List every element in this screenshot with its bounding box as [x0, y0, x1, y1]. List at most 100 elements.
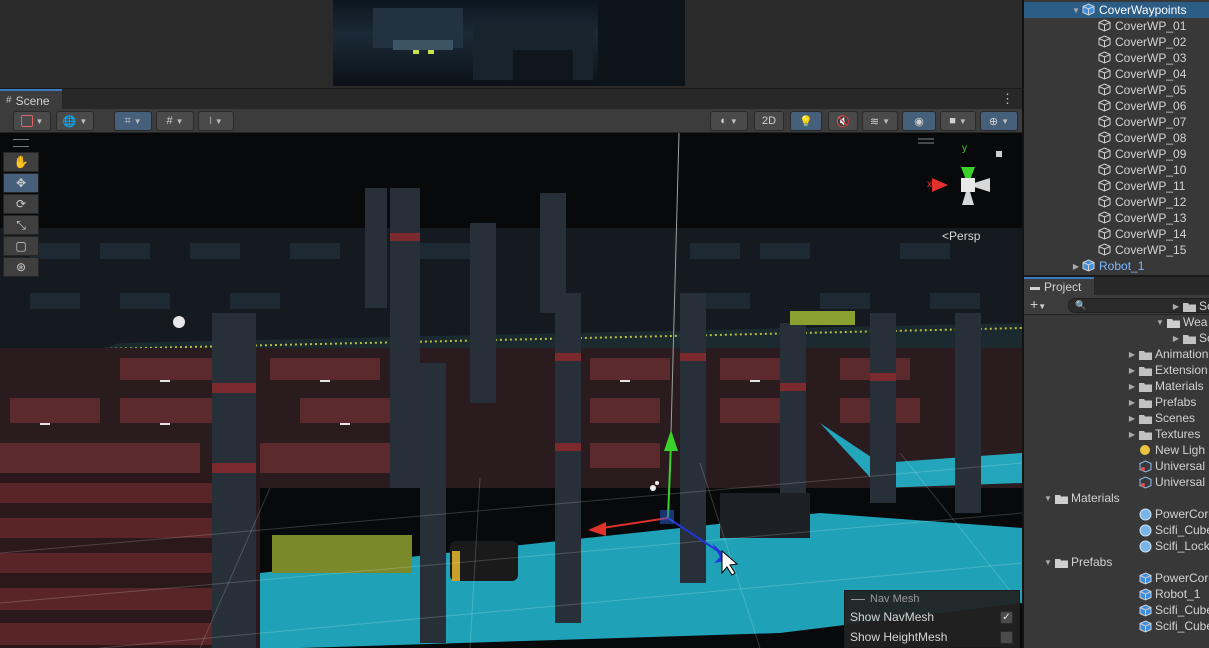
hierarchy-item-coverwp_08[interactable]: CoverWP_08 — [1024, 130, 1209, 146]
scene-viewport[interactable] — [0, 133, 1022, 648]
project-item[interactable]: ▶ Textures — [1126, 426, 1200, 442]
move-tool-button[interactable]: ✥ — [3, 173, 39, 193]
hidden-objects-button[interactable]: ◉ — [902, 111, 936, 131]
gameobject-cube-icon — [1098, 243, 1112, 257]
transform-tool-button[interactable]: ⊛ — [3, 257, 39, 277]
folder-icon — [1138, 396, 1152, 409]
sphere-icon: ◐ — [720, 115, 727, 127]
project-item[interactable]: ▶ Sc — [1170, 330, 1209, 346]
project-item[interactable]: ▶ Prefabs — [1126, 394, 1196, 410]
collapse-arrow-icon[interactable]: ▶ — [1126, 382, 1138, 391]
add-asset-button[interactable]: +▼ — [1030, 297, 1046, 314]
expand-arrow-icon[interactable]: ▼ — [1042, 494, 1054, 503]
show-navmesh-checkbox[interactable]: ✓ — [1000, 610, 1013, 624]
project-item[interactable]: Universal — [1126, 474, 1205, 490]
show-navmesh-row[interactable]: Show NavMesh ✓ — [845, 607, 1019, 627]
project-item[interactable]: ▶ Materials — [1126, 378, 1204, 394]
hierarchy-item-coverwp_07[interactable]: CoverWP_07 — [1024, 114, 1209, 130]
gizmos-button[interactable]: ⊕ ▼ — [980, 111, 1018, 131]
project-item[interactable]: ▼ Prefabs — [1042, 554, 1112, 570]
grid-icon: # — [166, 115, 173, 127]
audio-toggle-button[interactable]: 🔇 — [828, 111, 858, 131]
hierarchy-item-coverwp_05[interactable]: CoverWP_05 — [1024, 82, 1209, 98]
effects-button[interactable]: ≋ ▼ — [862, 111, 898, 131]
hierarchy-item-coverwp_13[interactable]: CoverWP_13 — [1024, 210, 1209, 226]
show-heightmesh-row[interactable]: Show HeightMesh — [845, 627, 1019, 647]
hierarchy-item-coverwp_10[interactable]: CoverWP_10 — [1024, 162, 1209, 178]
project-item[interactable]: ▶ Sc — [1170, 298, 1209, 314]
lighting-toggle-button[interactable]: 💡 — [790, 111, 822, 131]
project-item[interactable]: ▶ Animation — [1126, 346, 1208, 362]
hierarchy-item-coverwp_03[interactable]: CoverWP_03 — [1024, 50, 1209, 66]
shading-mode-button[interactable]: ◐ ▼ — [710, 111, 748, 131]
hand-tool-button[interactable]: ✋ — [3, 152, 39, 172]
project-item[interactable]: ▼ Wea — [1154, 314, 1207, 330]
project-item[interactable]: ▶ Scenes — [1126, 410, 1195, 426]
tool-handle-rotation-button[interactable]: 🌐 ▼ — [56, 111, 94, 131]
hierarchy-item-coverwp_04[interactable]: CoverWP_04 — [1024, 66, 1209, 82]
collapse-arrow-icon[interactable]: ▶ — [1170, 302, 1182, 311]
material-sphere-icon — [1138, 540, 1152, 553]
expand-arrow-icon[interactable]: ▼ — [1042, 558, 1054, 567]
folder-open-icon — [1054, 492, 1068, 505]
project-item[interactable]: New Ligh — [1126, 442, 1205, 458]
projection-toggle[interactable]: <Persp — [942, 229, 980, 243]
toolbar-grip[interactable] — [13, 139, 29, 147]
mute-icon: 🔇 — [836, 115, 850, 128]
show-heightmesh-label: Show HeightMesh — [850, 630, 948, 644]
hierarchy-item-coverwp_12[interactable]: CoverWP_12 — [1024, 194, 1209, 210]
expand-arrow-icon[interactable]: ▼ — [1154, 318, 1166, 327]
project-item[interactable]: Scifi_Cube_01 — [1126, 618, 1209, 634]
project-item[interactable]: Scifi_Cube_01-Brown — [1126, 602, 1209, 618]
project-item[interactable]: ▼ Materials — [1042, 490, 1120, 506]
folder-icon — [1138, 428, 1152, 441]
project-item[interactable]: PowerCore_3_Sphere — [1126, 506, 1209, 522]
collapse-arrow-icon[interactable]: ▶ — [1070, 262, 1082, 271]
hierarchy-item-coverwp_06[interactable]: CoverWP_06 — [1024, 98, 1209, 114]
hierarchy-item-coverwp_02[interactable]: CoverWP_02 — [1024, 34, 1209, 50]
game-view-render — [333, 0, 685, 86]
2d-label: 2D — [761, 115, 777, 127]
hierarchy-item-coverwp_15[interactable]: CoverWP_15 — [1024, 242, 1209, 258]
project-item[interactable]: ▶ Extension — [1126, 362, 1208, 378]
hierarchy-item-coverwp_14[interactable]: CoverWP_14 — [1024, 226, 1209, 242]
project-item[interactable]: Universal — [1126, 458, 1205, 474]
scale-tool-button[interactable]: ⤡ — [3, 215, 39, 235]
rotate-tool-button[interactable]: ⟳ — [3, 194, 39, 214]
tab-scene[interactable]: # Scene — [0, 89, 62, 110]
expand-arrow-icon[interactable]: ▼ — [1070, 6, 1082, 15]
collapse-arrow-icon[interactable]: ▶ — [1126, 414, 1138, 423]
hierarchy-item-coverwp_11[interactable]: CoverWP_11 — [1024, 178, 1209, 194]
project-item-label: PowerCore_3_Sphere — [1155, 507, 1209, 521]
tool-handle-position-button[interactable]: ▼ — [13, 111, 51, 131]
hierarchy-item-label: CoverWP_10 — [1115, 163, 1187, 177]
project-item[interactable]: PowerCore_2 — [1126, 570, 1209, 586]
search-icon: 🔍 — [1075, 300, 1087, 310]
project-item[interactable]: Scifi_Cube_Brown — [1126, 522, 1209, 538]
tab-project[interactable]: ▬ Project — [1024, 277, 1094, 295]
grid-visibility-button[interactable]: # ▼ — [156, 111, 194, 131]
hierarchy-item-label: CoverWP_12 — [1115, 195, 1187, 209]
project-item[interactable]: Scifi_Locker_01-Grays — [1126, 538, 1209, 554]
hierarchy-item-coverwp_01[interactable]: CoverWP_01 — [1024, 18, 1209, 34]
kebab-menu-icon[interactable]: ⋮ — [1001, 92, 1014, 106]
grid-snapping-button[interactable]: ⌗ ▼ — [114, 111, 152, 131]
show-heightmesh-checkbox[interactable] — [1000, 630, 1013, 644]
project-item[interactable]: Robot_1 — [1126, 586, 1200, 602]
hierarchy-item-coverwp_09[interactable]: CoverWP_09 — [1024, 146, 1209, 162]
hierarchy-item-robot-1[interactable]: ▶ Robot_1 — [1024, 258, 1209, 274]
camera-settings-button[interactable]: ■ ▼ — [940, 111, 976, 131]
2d-toggle-button[interactable]: 2D — [754, 111, 784, 131]
rect-tool-button[interactable]: ▢ — [3, 236, 39, 256]
prefab-cube-icon — [1082, 259, 1096, 273]
increment-snap-button[interactable]: ⧘ ▼ — [198, 111, 234, 131]
collapse-arrow-icon[interactable]: ▶ — [1170, 334, 1182, 343]
project-item-label: Prefabs — [1155, 395, 1197, 409]
folder-icon — [1138, 380, 1152, 393]
collapse-arrow-icon[interactable]: ▶ — [1126, 398, 1138, 407]
collapse-arrow-icon[interactable]: ▶ — [1126, 430, 1138, 439]
navmesh-header[interactable]: Nav Mesh — [845, 591, 1019, 607]
hierarchy-item-coverwaypoints[interactable]: ▼ CoverWaypoints — [1024, 2, 1209, 18]
collapse-arrow-icon[interactable]: ▶ — [1126, 366, 1138, 375]
collapse-arrow-icon[interactable]: ▶ — [1126, 350, 1138, 359]
